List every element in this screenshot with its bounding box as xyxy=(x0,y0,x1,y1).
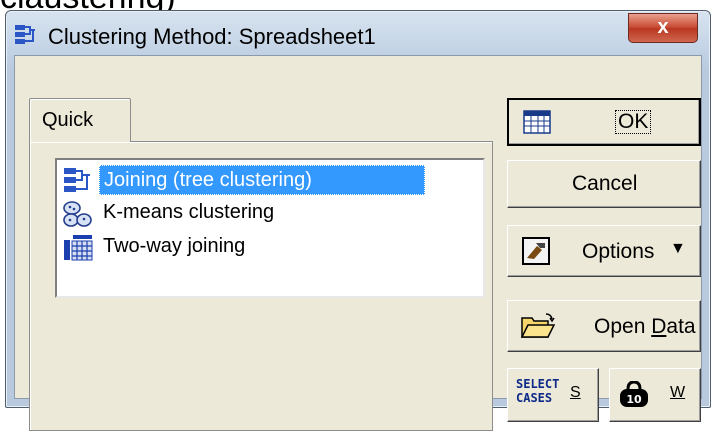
options-icon xyxy=(522,237,550,265)
open-data-label: Open Data xyxy=(594,315,696,338)
ok-label: OK xyxy=(615,110,652,134)
dialog-client-area: Quick Joining (tree clustering) K-means … xyxy=(14,55,702,431)
list-item-label: K-means clustering xyxy=(103,201,275,223)
title-bar[interactable]: Clustering Method: Spreadsheet1 x xyxy=(6,11,710,55)
list-item-kmeans[interactable]: K-means clustering xyxy=(63,198,473,231)
options-button[interactable]: Options ▼ xyxy=(507,225,701,277)
tab-quick[interactable]: Quick xyxy=(29,98,131,142)
close-icon: x xyxy=(657,16,669,38)
cancel-label: Cancel xyxy=(572,172,638,195)
select-cases-icon: SELECT CASES xyxy=(516,377,560,405)
options-label: Options xyxy=(582,240,655,263)
window-title: Clustering Method: Spreadsheet1 xyxy=(48,24,376,49)
cancel-button[interactable]: Cancel xyxy=(507,160,701,208)
list-item-two-way[interactable]: Two-way joining xyxy=(63,232,473,265)
tree-clustering-icon xyxy=(64,168,90,192)
clustering-method-dialog: Clustering Method: Spreadsheet1 x Quick … xyxy=(5,10,711,431)
ok-button[interactable]: OK xyxy=(507,98,701,146)
select-cases-shortcut: S xyxy=(570,384,581,401)
folder-open-icon xyxy=(520,313,556,338)
spreadsheet-icon xyxy=(523,110,551,134)
close-button[interactable]: x xyxy=(628,13,698,43)
tab-quick-label: Quick xyxy=(42,109,94,131)
kmeans-icon xyxy=(63,201,92,227)
svg-text:10: 10 xyxy=(626,393,642,406)
two-way-joining-icon xyxy=(64,235,93,261)
list-item-label: Joining (tree clustering) xyxy=(99,165,425,195)
list-item-label: Two-way joining xyxy=(103,235,246,257)
list-item-joining[interactable]: Joining (tree clustering) xyxy=(63,164,473,197)
weight-shortcut: W xyxy=(670,384,686,401)
chevron-down-icon: ▼ xyxy=(670,240,686,257)
weight-icon: 10 xyxy=(620,381,648,407)
open-data-button[interactable]: Open Data xyxy=(507,300,701,352)
method-listbox[interactable]: Joining (tree clustering) K-means cluste… xyxy=(55,158,485,298)
tree-clustering-app-icon xyxy=(15,25,35,44)
